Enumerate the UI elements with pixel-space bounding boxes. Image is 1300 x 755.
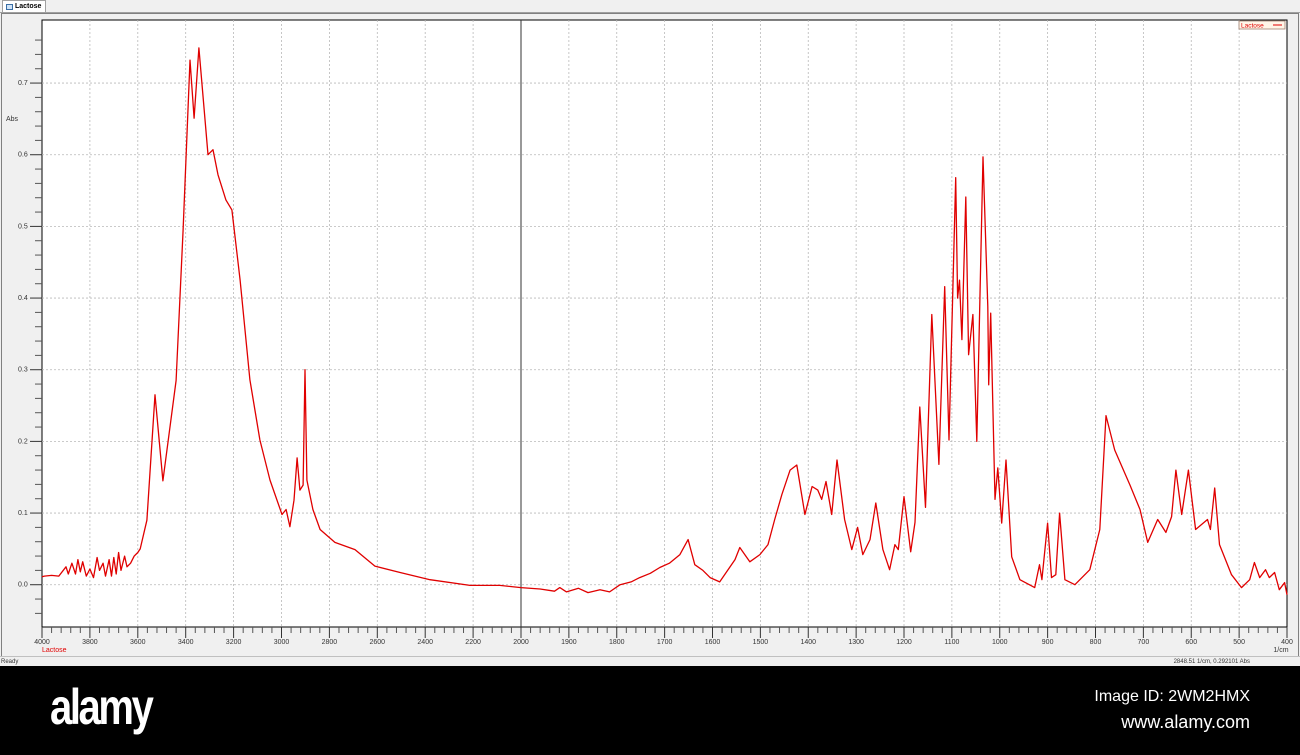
x-tick-label: 3400: [178, 639, 194, 646]
x-tick-label: 1300: [848, 639, 864, 646]
x-tick-label: 1700: [657, 639, 673, 646]
y-tick-label: 0.4: [18, 295, 28, 302]
spectrum-chart[interactable]: 0.0 0.1 0.2 0.3 0.4 0.5 0.6 0.7 Abs 4000 3800 3600 3…: [0, 0, 1300, 656]
y-axis-label: Abs: [6, 116, 19, 123]
x-tick-label: 2800: [322, 639, 338, 646]
x-tick-label: 1500: [753, 639, 769, 646]
x-tick-label: 2600: [370, 639, 386, 646]
x-tick-label: 1600: [705, 639, 721, 646]
y-tick-label: 0.7: [18, 80, 28, 87]
y-tick-label: 0.5: [18, 223, 28, 230]
x-tick-label: 4000: [34, 639, 50, 646]
legend-entry-label: Lactose: [1241, 23, 1264, 30]
x-tick-label: 2200: [465, 639, 481, 646]
spectrum-window: Lactose 0.0 0.1 0.2 0.3 0.4 0.5 0.6 0.7 Abs 4000 3…: [0, 0, 1300, 667]
x-axis-label: 1/cm: [1273, 647, 1288, 654]
y-tick-label: 0.0: [18, 582, 28, 589]
plot-area: [41, 19, 1288, 628]
watermark-url: www.alamy.com: [1121, 712, 1250, 732]
x-tick-label: 700: [1138, 639, 1150, 646]
y-tick-label: 0.6: [18, 152, 28, 159]
x-tick-label: 400: [1281, 639, 1293, 646]
x-tick-label: 2400: [417, 639, 433, 646]
x-tick-label: 3600: [130, 639, 146, 646]
x-tick-label: 500: [1233, 639, 1245, 646]
y-tick-label: 0.3: [18, 367, 28, 374]
x-tick-label: 1000: [992, 639, 1008, 646]
x-tick-label: 800: [1090, 639, 1102, 646]
x-tick-label: 1100: [944, 639, 959, 646]
x-tick-label: 1900: [561, 639, 577, 646]
x-tick-label: 3800: [82, 639, 98, 646]
x-tick-label: 3000: [274, 639, 290, 646]
x-tick-label: 600: [1185, 639, 1197, 646]
y-tick-label: 0.1: [18, 510, 28, 517]
alamy-logo: alamy: [50, 679, 154, 735]
x-tick-label: 1800: [609, 639, 625, 646]
image-id: Image ID: 2WM2HMX: [1094, 688, 1250, 705]
x-tick-label: 3200: [226, 639, 242, 646]
watermark-band: alamy Image ID: 2WM2HMX www.alamy.com: [0, 666, 1300, 755]
series-label: Lactose: [42, 647, 67, 654]
y-tick-label: 0.2: [18, 438, 28, 445]
x-tick-label: 1400: [800, 639, 816, 646]
x-tick-label: 1200: [896, 639, 912, 646]
x-tick-label: 900: [1042, 639, 1054, 646]
x-tick-label: 2000: [513, 639, 529, 646]
